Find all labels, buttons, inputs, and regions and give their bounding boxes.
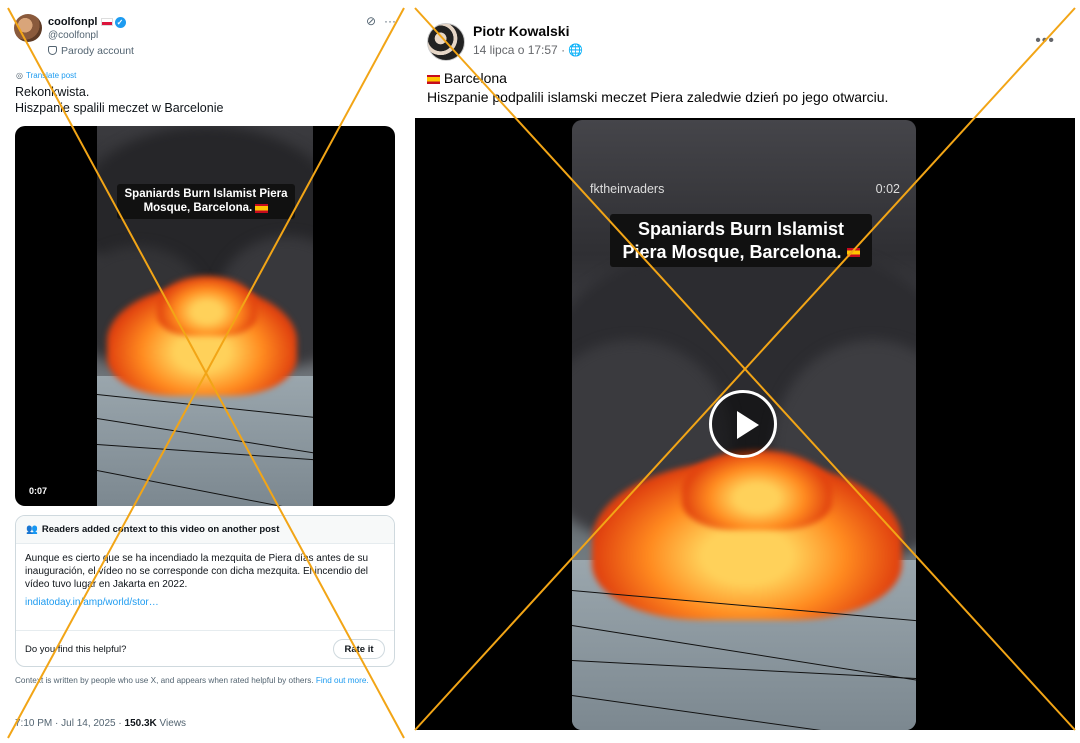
video-username: fktheinvaders	[590, 182, 665, 196]
find-out-more-link[interactable]: Find out more.	[316, 676, 369, 685]
note-source-link[interactable]: indiatoday.in/amp/world/stor…	[16, 591, 394, 608]
note-body: Aunque es cierto que se ha incendiado la…	[25, 553, 369, 590]
note-footer: Do you find this helpful? Rate it	[16, 630, 394, 666]
video-time: 0:07	[29, 486, 48, 496]
handle[interactable]: @coolfonpl	[48, 30, 98, 41]
tweet-video[interactable]: Spaniards Burn Islamist Piera Mosque, Ba…	[15, 126, 395, 506]
tweet-meta: 7:10 PM · Jul 14, 2025 · 150.3K Views	[15, 718, 187, 729]
video-frame: Spaniards Burn Islamist Piera Mosque, Ba…	[97, 126, 313, 506]
facebook-post-panel: Piotr Kowalski 14 lipca o 17:57 · 🌐 ••• …	[415, 8, 1075, 730]
video-frame: fktheinvaders 0:02 Spaniards Burn Islami…	[572, 120, 916, 730]
poland-flag-icon	[100, 18, 113, 27]
display-name[interactable]: coolfonpl ✓	[48, 16, 126, 28]
spain-flag-icon	[427, 74, 440, 84]
tweet-actions: ⊘ ···	[358, 14, 396, 28]
tweet-text-line1: Rekonkwista.	[15, 85, 90, 99]
tweet-text-line2: Hiszpanie spalili meczet w Barcelonie	[15, 101, 224, 115]
verified-badge-icon: ✓	[114, 16, 126, 28]
helpful-question: Do you find this helpful?	[25, 644, 127, 655]
context-footer: Context is written by people who use X, …	[15, 676, 369, 685]
spain-flag-icon	[846, 248, 860, 258]
avatar[interactable]	[14, 14, 42, 42]
tweet-header: coolfonpl ✓ @coolfonpl Parody account ⊘ ··…	[14, 12, 400, 62]
grok-icon[interactable]: ⊘	[366, 14, 376, 28]
translate-link[interactable]: ◎ Translate post	[16, 71, 76, 80]
video-duration: 0:02	[875, 182, 900, 196]
people-icon: 👥	[26, 524, 38, 535]
video-caption: Spaniards Burn Islamist Piera Mosque, Ba…	[117, 184, 295, 219]
avatar[interactable]	[427, 23, 465, 61]
translate-icon: ◎	[16, 71, 23, 80]
facebook-video[interactable]: fktheinvaders 0:02 Spaniards Burn Islami…	[415, 118, 1075, 730]
rate-it-button[interactable]: Rate it	[333, 639, 385, 659]
more-icon[interactable]: ···	[384, 14, 396, 28]
more-icon[interactable]: •••	[1035, 32, 1055, 50]
spain-flag-icon	[255, 203, 269, 213]
video-caption: Spaniards Burn Islamist Piera Mosque, Ba…	[610, 214, 872, 267]
play-icon[interactable]	[709, 390, 777, 458]
x-post-panel: coolfonpl ✓ @coolfonpl Parody account ⊘ ··…	[0, 0, 408, 743]
mask-icon	[48, 46, 57, 55]
parody-label: Parody account	[48, 45, 134, 57]
author-name[interactable]: Piotr Kowalski	[473, 23, 569, 39]
post-date[interactable]: 14 lipca o 17:57 · 🌐	[473, 43, 583, 57]
views-count: 150.3K	[124, 718, 157, 729]
note-header: 👥 Readers added context to this video on …	[16, 516, 394, 544]
post-text-line1: Barcelona	[427, 70, 507, 86]
community-note: 👥 Readers added context to this video on …	[15, 515, 395, 667]
globe-icon: 🌐	[568, 43, 584, 57]
post-text-line2: Hiszpanie podpalili islamski meczet Pier…	[427, 89, 889, 105]
